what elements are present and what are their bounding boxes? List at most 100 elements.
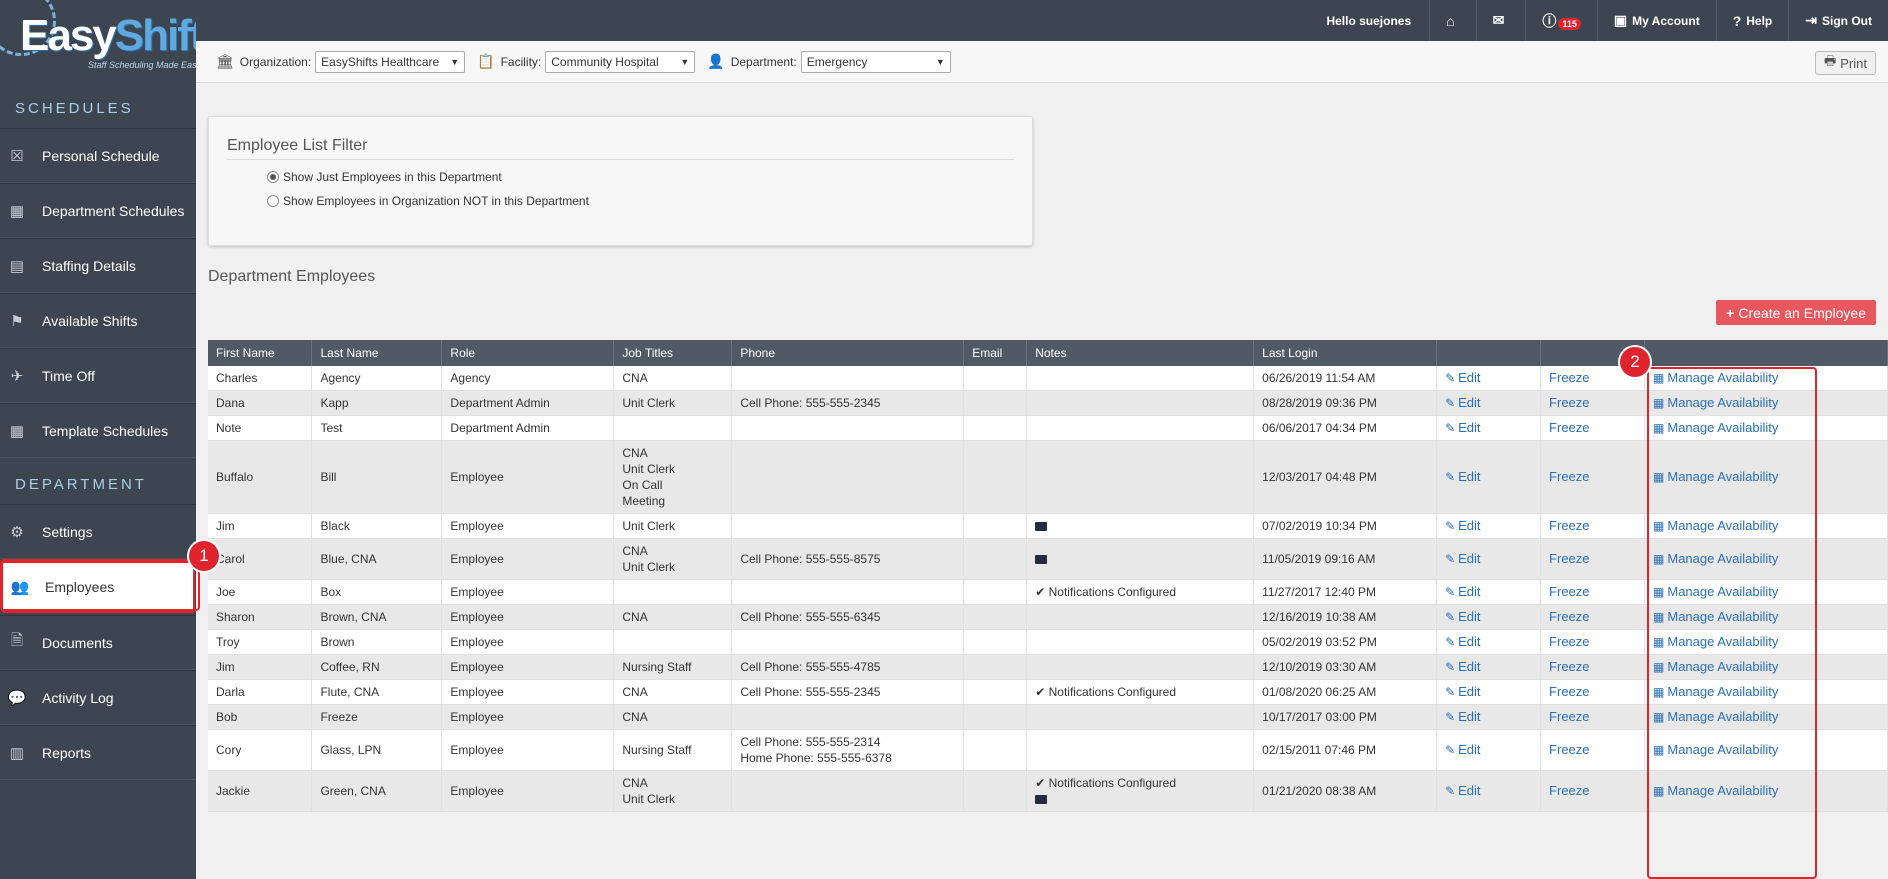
email-cell [963,415,1028,441]
column-header[interactable]: Notes [1026,340,1255,366]
envelope-icon[interactable] [1035,522,1048,532]
envelope-icon[interactable] [1035,795,1048,805]
table-row: Sharon Brown, CNA Employee CNA Cell Phone: 5… [208,604,1888,630]
last-login-cell: 12/16/2019 10:38 AM [1253,604,1438,630]
manage-availability-link[interactable]: ▦ Manage Availability [1644,654,1888,680]
messages-button[interactable]: ✉ [1475,0,1526,41]
column-header[interactable]: Role [441,340,615,366]
last-login-cell: 05/02/2019 03:52 PM [1253,629,1438,655]
role-cell: Agency [441,366,615,391]
my-account-button[interactable]: ▣ My Account [1596,0,1716,41]
phone-cell [731,704,965,730]
sidebar-item-reports[interactable]: ▥ Reports [0,725,196,780]
freeze-link[interactable]: Freeze [1540,415,1646,441]
notes-cell [1026,654,1255,680]
sidebar-item-available-shifts[interactable]: ⚑ Available Shifts [0,293,196,348]
freeze-link[interactable]: Freeze [1540,579,1646,605]
envelope-icon[interactable] [1035,555,1048,565]
help-button[interactable]: ? Help [1715,0,1789,41]
app-logo[interactable]: EasyShifts Staff Scheduling Made Easy [0,0,196,82]
department-heading: DEPARTMENT [0,458,196,504]
sign-out-button[interactable]: ⇥ Sign Out [1788,0,1888,41]
column-header[interactable]: Phone [731,340,965,366]
manage-availability-link[interactable]: ▦ Manage Availability [1644,770,1888,812]
manage-availability-link[interactable]: ▦ Manage Availability [1644,415,1888,441]
edit-link[interactable]: ✎ Edit [1436,579,1542,605]
edit-link[interactable]: ✎ Edit [1436,538,1542,580]
radio-not-department[interactable] [267,195,279,207]
organization-select[interactable]: EasyShifts Healthcare ▼ [315,50,466,73]
edit-link[interactable]: ✎ Edit [1436,366,1542,391]
column-header[interactable] [1644,340,1888,366]
sidebar-item-personal-schedule[interactable]: ☒ Personal Schedule [0,128,196,183]
freeze-link[interactable]: Freeze [1540,538,1646,580]
freeze-link[interactable]: Freeze [1540,729,1646,771]
phone-cell [731,440,965,514]
column-header[interactable]: Last Name [311,340,443,366]
freeze-link[interactable]: Freeze [1540,679,1646,705]
department-select[interactable]: Emergency ▼ [800,50,951,73]
phone-cell [731,579,965,605]
sidebar-item-department-schedules[interactable]: ▦ Department Schedules [0,183,196,238]
edit-link[interactable]: ✎ Edit [1436,604,1542,630]
filter-option-not-department[interactable]: Show Employees in Organization NOT in th… [267,194,1032,208]
freeze-link[interactable]: Freeze [1540,704,1646,730]
column-header[interactable] [1436,340,1542,366]
notes-status: ✔ Notifications Configured [1035,685,1177,699]
edit-link[interactable]: ✎ Edit [1436,629,1542,655]
edit-link[interactable]: ✎ Edit [1436,679,1542,705]
manage-availability-link[interactable]: ▦ Manage Availability [1644,390,1888,416]
manage-availability-link[interactable]: ▦ Manage Availability [1644,538,1888,580]
manage-availability-link[interactable]: ▦ Manage Availability [1644,440,1888,514]
edit-link[interactable]: ✎ Edit [1436,415,1542,441]
home-button[interactable]: ⌂ [1429,0,1475,41]
edit-link[interactable]: ✎ Edit [1436,770,1542,812]
freeze-link[interactable]: Freeze [1540,629,1646,655]
print-button[interactable]: 🖶 Print [1814,51,1876,75]
radio-department[interactable] [267,171,279,183]
manage-availability-link[interactable]: ▦ Manage Availability [1644,579,1888,605]
manage-availability-link[interactable]: ▦ Manage Availability [1644,604,1888,630]
freeze-link[interactable]: Freeze [1540,654,1646,680]
sidebar-item-activity-log[interactable]: 💬 Activity Log [0,670,196,725]
filter-option-department[interactable]: Show Just Employees in this Department [267,170,1032,184]
manage-availability-link[interactable]: ▦ Manage Availability [1644,679,1888,705]
freeze-link[interactable]: Freeze [1540,770,1646,812]
column-header[interactable]: First Name [208,340,313,366]
pencil-icon: ✎ [1445,585,1456,599]
notes-status: ✔ Notifications Configured [1035,585,1177,599]
column-header[interactable]: Last Login [1253,340,1438,366]
calendar-icon: ▦ [9,202,25,220]
manage-availability-link[interactable]: ▦ Manage Availability [1644,704,1888,730]
manage-availability-link[interactable]: ▦ Manage Availability [1644,366,1888,391]
sidebar-item-time-off[interactable]: ✈ Time Off [0,348,196,403]
manage-availability-link[interactable]: ▦ Manage Availability [1644,729,1888,771]
freeze-link[interactable]: Freeze [1540,390,1646,416]
sidebar-item-documents[interactable]: 🗎 Documents [0,615,196,670]
edit-link[interactable]: ✎ Edit [1436,513,1542,539]
freeze-link[interactable]: Freeze [1540,440,1646,514]
sidebar-item-employees[interactable]: 👥 Employees [1,561,195,613]
edit-link[interactable]: ✎ Edit [1436,390,1542,416]
edit-link[interactable]: ✎ Edit [1436,440,1542,514]
check-icon: ✔ [1035,585,1049,599]
create-employee-button[interactable]: + Create an Employee [1716,300,1876,325]
job-title: CNA [622,544,648,558]
edit-link[interactable]: ✎ Edit [1436,654,1542,680]
marker-1: 1 [189,541,219,571]
edit-link[interactable]: ✎ Edit [1436,729,1542,771]
facility-select[interactable]: Community Hospital ▼ [545,50,696,73]
column-header[interactable]: Job Titles [613,340,733,366]
manage-availability-link[interactable]: ▦ Manage Availability [1644,513,1888,539]
sidebar-item-template-schedules[interactable]: ▦ Template Schedules [0,403,196,458]
notes-cell [1026,538,1255,580]
sidebar-item-staffing-details[interactable]: ▤ Staffing Details [0,238,196,293]
freeze-link[interactable]: Freeze [1540,604,1646,630]
sidebar-item-settings[interactable]: ⚙ Settings [0,504,196,559]
notifications-button[interactable]: ⓘ 115 [1525,0,1597,41]
column-header[interactable]: Email [963,340,1028,366]
edit-link[interactable]: ✎ Edit [1436,704,1542,730]
last-name-cell: Blue, CNA [311,538,443,580]
manage-availability-link[interactable]: ▦ Manage Availability [1644,629,1888,655]
freeze-link[interactable]: Freeze [1540,513,1646,539]
